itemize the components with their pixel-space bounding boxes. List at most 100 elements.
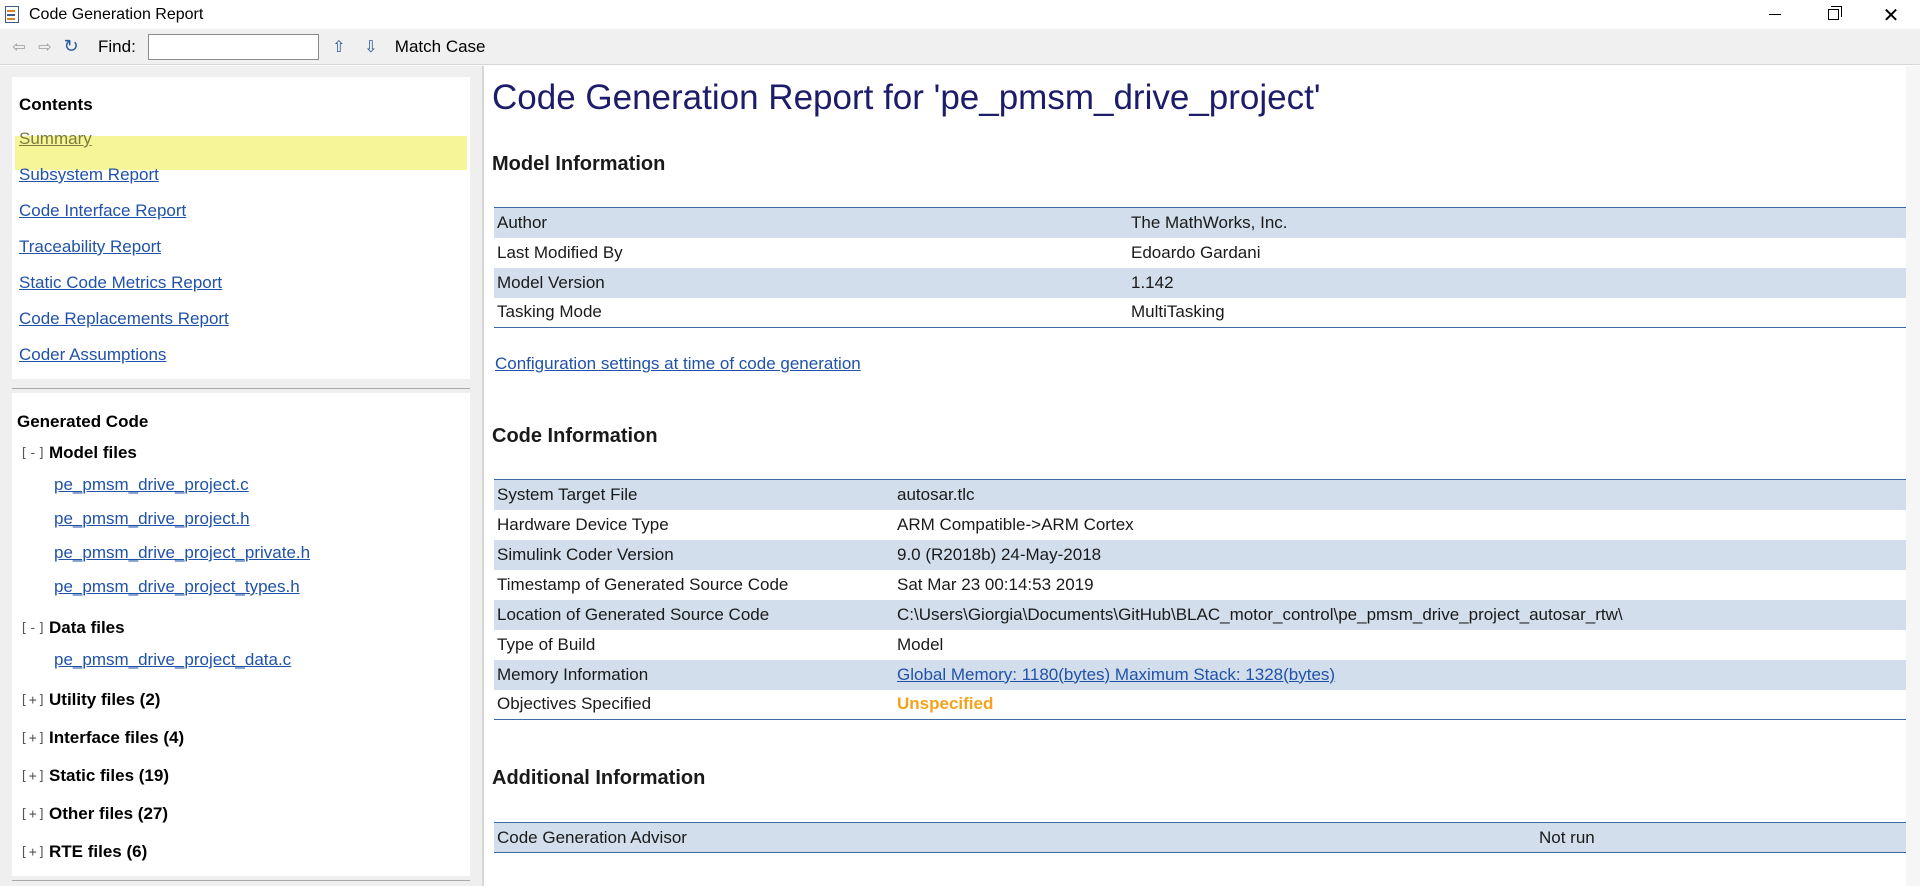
info-key: Author (494, 207, 1128, 238)
nav-static-code-metrics-report[interactable]: Static Code Metrics Report (19, 273, 222, 293)
info-key: System Target File (494, 479, 894, 510)
table-row: Tasking Mode MultiTasking (494, 298, 1908, 328)
info-value: Unspecified (894, 690, 1908, 720)
back-arrow-icon: ⇦ (12, 38, 26, 56)
nav-code-interface-report[interactable]: Code Interface Report (19, 201, 186, 221)
forward-button[interactable]: ⇨ (32, 34, 58, 60)
table-row: System Target File autosar.tlc (494, 479, 1908, 510)
nav-subsystem-report[interactable]: Subsystem Report (19, 165, 159, 185)
nav-coder-assumptions[interactable]: Coder Assumptions (19, 345, 166, 365)
info-key: Timestamp of Generated Source Code (497, 574, 789, 594)
table-row: Hardware Device Type ARM Compatible->ARM… (494, 510, 1908, 540)
section-divider (12, 388, 470, 389)
info-key: Objectives Specified (497, 694, 652, 714)
up-arrow-icon: ⇧ (332, 38, 346, 56)
info-key: Memory Information (494, 659, 894, 690)
rte-files-toggle[interactable]: [+] (20, 845, 46, 860)
model-files-toggle[interactable]: [-] (20, 446, 46, 461)
data-files-toggle[interactable]: [-] (20, 621, 46, 636)
find-next-button[interactable]: ⇩ (359, 34, 383, 60)
objectives-status: Unspecified (897, 694, 994, 714)
info-key: Code Generation Advisor (494, 822, 1536, 853)
table-row: Simulink Coder Version 9.0 (R2018b) 24-M… (494, 539, 1908, 570)
contents-title: Contents (19, 95, 93, 114)
title-bar: Code Generation Report ✕ (0, 0, 1920, 29)
table-row: Last Modified By Edoardo Gardani (494, 238, 1908, 268)
other-files-toggle[interactable]: [+] (20, 807, 46, 822)
info-value: Edoardo Gardani (1131, 242, 1261, 262)
info-key: Tasking Mode (497, 302, 602, 322)
file-link[interactable]: pe_pmsm_drive_project_data.c (54, 650, 291, 670)
info-key: Type of Build (497, 634, 596, 654)
info-value: C:\Users\Giorgia\Documents\GitHub\BLAC_m… (894, 599, 1908, 630)
find-previous-button[interactable]: ⇧ (327, 34, 351, 60)
table-row: Objectives Specified Unspecified (494, 690, 1908, 720)
table-row: Timestamp of Generated Source Code Sat M… (494, 570, 1908, 600)
back-button[interactable]: ⇦ (6, 34, 32, 60)
table-row: Location of Generated Source Code C:\Use… (494, 599, 1908, 630)
utility-files-toggle[interactable]: [+] (20, 693, 46, 708)
info-value: Sat Mar 23 00:14:53 2019 (897, 574, 1094, 594)
section-divider (12, 880, 470, 881)
navigation-pane: Contents Summary Subsystem Report Code I… (0, 66, 482, 886)
close-icon: ✕ (1882, 2, 1900, 27)
interface-files-label[interactable]: Interface files (4) (49, 728, 184, 748)
info-value: Model (897, 634, 944, 654)
info-value: The MathWorks, Inc. (1128, 207, 1908, 238)
contents-panel: Contents Summary Subsystem Report Code I… (12, 77, 470, 379)
info-value: ARM Compatible->ARM Cortex (897, 514, 1134, 534)
refresh-button[interactable]: ↻ (58, 34, 84, 60)
additional-information-heading: Additional Information (492, 767, 706, 789)
static-files-toggle[interactable]: [+] (20, 769, 46, 784)
interface-files-toggle[interactable]: [+] (20, 731, 46, 746)
data-files-label[interactable]: Data files (49, 618, 125, 638)
match-case-toggle[interactable]: Match Case (395, 37, 486, 57)
restore-button[interactable] (1804, 0, 1862, 29)
toolbar: ⇦ ⇨ ↻ Find: ⇧ ⇩ Match Case (0, 29, 1920, 65)
report-app-icon (3, 5, 23, 25)
generated-code-panel: Generated Code [-] Model files pe_pmsm_d… (12, 393, 470, 876)
file-link[interactable]: pe_pmsm_drive_project.c (54, 475, 249, 495)
window-title: Code Generation Report (29, 5, 204, 23)
nav-code-replacements-report[interactable]: Code Replacements Report (19, 309, 229, 329)
info-value: Global Memory: 1180(bytes) Maximum Stack… (894, 659, 1908, 690)
file-link[interactable]: pe_pmsm_drive_project_types.h (54, 577, 300, 597)
file-link[interactable]: pe_pmsm_drive_project.h (54, 509, 250, 529)
model-information-table: Author The MathWorks, Inc. Last Modified… (494, 207, 1908, 328)
minimize-icon (1769, 14, 1781, 15)
other-files-label[interactable]: Other files (27) (49, 804, 168, 824)
configuration-settings-link[interactable]: Configuration settings at time of code g… (495, 354, 861, 374)
vertical-scrollbar[interactable] (1906, 66, 1920, 886)
minimize-button[interactable] (1746, 0, 1804, 29)
info-key: Last Modified By (497, 242, 623, 262)
info-value: autosar.tlc (894, 479, 1908, 510)
down-arrow-icon: ⇩ (364, 38, 378, 56)
report-content: Code Generation Report for 'pe_pmsm_driv… (484, 66, 1920, 886)
nav-summary[interactable]: Summary (19, 129, 92, 149)
info-key: Location of Generated Source Code (494, 599, 894, 630)
restore-icon (1827, 6, 1842, 20)
additional-information-table: Code Generation Advisor Not run (494, 822, 1908, 853)
table-row: Model Version 1.142 (494, 267, 1908, 298)
generated-code-title: Generated Code (17, 412, 149, 431)
utility-files-label[interactable]: Utility files (2) (49, 690, 160, 710)
info-key: Model Version (494, 267, 1128, 298)
code-information-heading: Code Information (492, 425, 658, 447)
file-link[interactable]: pe_pmsm_drive_project_private.h (54, 543, 310, 563)
info-value: 1.142 (1128, 267, 1908, 298)
model-information-heading: Model Information (492, 153, 666, 175)
code-information-table: System Target File autosar.tlc Hardware … (494, 479, 1908, 720)
rte-files-label[interactable]: RTE files (6) (49, 842, 147, 862)
find-input[interactable] (147, 33, 319, 60)
nav-traceability-report[interactable]: Traceability Report (19, 237, 161, 257)
static-files-label[interactable]: Static files (19) (49, 766, 169, 786)
find-label: Find: (98, 36, 136, 56)
info-value: 9.0 (R2018b) 24-May-2018 (894, 539, 1908, 570)
model-files-label[interactable]: Model files (49, 443, 137, 463)
info-key: Hardware Device Type (497, 514, 669, 534)
info-key: Simulink Coder Version (494, 539, 894, 570)
info-value: MultiTasking (1131, 302, 1225, 322)
refresh-icon: ↻ (63, 36, 79, 56)
close-button[interactable]: ✕ (1862, 0, 1920, 29)
memory-information-link[interactable]: Global Memory: 1180(bytes) Maximum Stack… (897, 665, 1335, 684)
